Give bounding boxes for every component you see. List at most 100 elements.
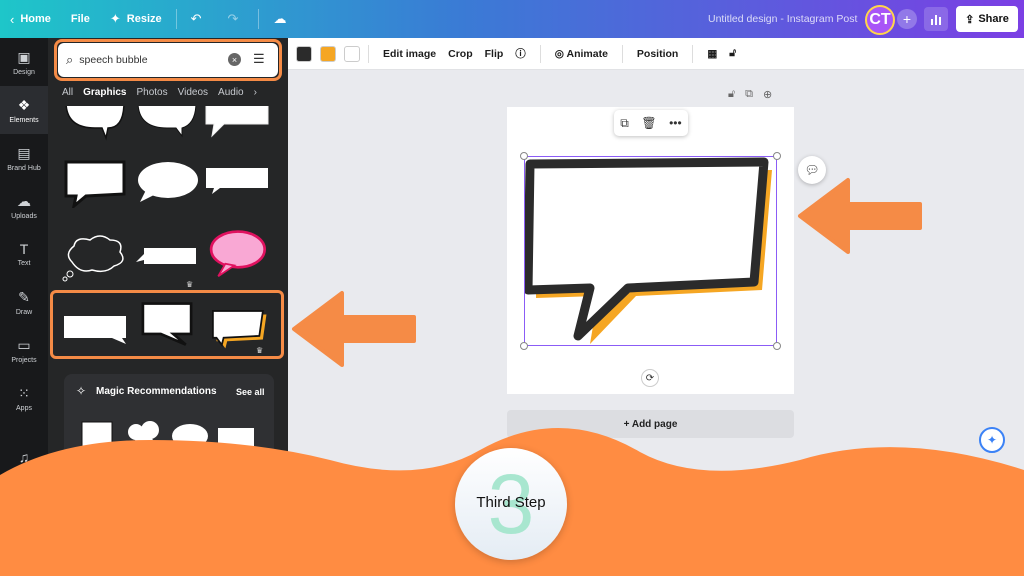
add-comment-button[interactable]: 💬︎ [798, 156, 826, 184]
insights-button[interactable] [924, 7, 948, 31]
graphic-item[interactable] [204, 158, 270, 208]
left-rail: ▣ Design ❖ Elements ▤ Brand Hub ☁ Upload… [0, 38, 48, 576]
rail-label: Projects [11, 356, 37, 364]
recommendation-item[interactable] [124, 418, 164, 454]
tab-graphics[interactable]: Graphics [83, 87, 126, 103]
resize-button[interactable]: ✦ Resize [100, 0, 172, 38]
add-collaborator-button[interactable]: + [897, 9, 917, 29]
rail-label: Brand Hub [7, 164, 41, 172]
graphic-item[interactable] [134, 106, 200, 142]
arrow-left-icon [798, 178, 922, 254]
divider [258, 9, 260, 29]
music-note-icon: ♫ [18, 449, 30, 465]
layout-icon: ▣ [17, 48, 31, 65]
selection-highlight-frame [50, 290, 284, 359]
magic-title: Magic Recommendations [96, 386, 217, 397]
elements-panel: ⌕ × ☰ All Graphics Photos Videos Audio › [48, 38, 288, 576]
chevron-right-icon[interactable]: › [254, 87, 257, 103]
lock-page-icon[interactable]: 🔓︎ [728, 88, 735, 101]
tab-audio[interactable]: Audio [218, 87, 244, 103]
graphic-item[interactable] [134, 232, 200, 282]
duplicate-icon[interactable]: ⧉ [620, 116, 629, 131]
resize-handle[interactable] [773, 152, 781, 160]
recommendation-item[interactable] [170, 418, 210, 454]
rail-label: Uploads [11, 212, 37, 220]
sparkle-icon: ✦ [986, 433, 998, 447]
tab-all[interactable]: All [62, 87, 73, 103]
rail-item-text[interactable]: T Text [0, 230, 48, 278]
redo-button[interactable]: ↷ [218, 0, 255, 38]
color-swatch[interactable] [344, 45, 360, 62]
duplicate-page-icon[interactable]: ⧉ [745, 88, 753, 101]
color-swatch[interactable] [320, 45, 336, 62]
resize-handle[interactable] [520, 152, 528, 160]
crop-button[interactable]: Crop [442, 48, 479, 60]
animate-button[interactable]: ◎ Animate [549, 48, 614, 60]
rail-item-projects[interactable]: ▭ Projects [0, 326, 48, 374]
element-float-toolbar: ⧉ 🗑︎ ••• [614, 110, 688, 136]
save-status-button[interactable]: ☁ [263, 0, 302, 38]
more-icon[interactable]: ••• [669, 116, 682, 130]
upload-cloud-icon: ☁ [17, 192, 31, 209]
rail-item-draw[interactable]: ✎ Draw [0, 278, 48, 326]
chevron-left-icon: ‹ [10, 11, 15, 27]
add-page-button[interactable]: + Add page [507, 410, 794, 438]
resize-handle[interactable] [520, 342, 528, 350]
tab-videos[interactable]: Videos [178, 87, 208, 103]
position-button[interactable]: Position [631, 48, 684, 60]
graphic-item[interactable] [62, 158, 128, 210]
graphic-item[interactable] [204, 228, 270, 278]
rail-item-elements[interactable]: ❖ Elements [0, 86, 48, 134]
rail-item-apps[interactable]: ⁙ Apps [0, 374, 48, 422]
text-icon: T [19, 241, 29, 257]
bar-chart-icon [931, 15, 941, 25]
transparency-icon[interactable]: ▦ [701, 48, 723, 60]
lock-icon[interactable]: 🔓︎ [723, 47, 742, 60]
rail-label: Design [13, 68, 35, 76]
see-all-link[interactable]: See all [236, 387, 265, 397]
trash-icon[interactable]: 🗑︎ [641, 116, 656, 130]
brand-icon: ▤ [17, 144, 31, 161]
divider [621, 44, 623, 63]
undo-icon: ↶ [190, 11, 202, 26]
step-label: Third Step [476, 494, 546, 511]
undo-button[interactable]: ↶ [181, 0, 218, 38]
comment-icon: 💬︎ [804, 163, 820, 177]
file-menu[interactable]: File [61, 0, 100, 38]
rail-item-brand-hub[interactable]: ▤ Brand Hub [0, 134, 48, 182]
info-icon[interactable]: ⓘ [509, 46, 532, 61]
share-icon: ⇪ [965, 13, 975, 26]
edit-image-button[interactable]: Edit image [377, 48, 442, 60]
recommendation-item[interactable] [216, 418, 256, 454]
divider [175, 9, 177, 29]
home-button[interactable]: ‹ Home [0, 0, 61, 38]
redo-icon: ↷ [227, 11, 239, 26]
rotate-handle[interactable]: ⟳ [641, 369, 659, 387]
graphic-item[interactable] [134, 158, 200, 208]
avatar[interactable]: CT [865, 5, 895, 35]
magic-recommendations: ✧ Magic Recommendations See all [64, 374, 274, 470]
design-title[interactable]: Untitled design - Instagram Post [708, 13, 857, 25]
add-page-icon[interactable]: ⊕ [763, 88, 772, 101]
graphic-item[interactable] [62, 232, 128, 282]
rail-item-uploads[interactable]: ☁ Uploads [0, 182, 48, 230]
premium-crown-icon: ♛ [186, 280, 194, 289]
search-highlight-frame [54, 39, 282, 81]
arrow-left-icon [292, 291, 416, 367]
flip-button[interactable]: Flip [479, 48, 510, 60]
share-button[interactable]: ⇪ Share [956, 6, 1018, 32]
recommendation-item[interactable] [78, 418, 118, 454]
resize-handle[interactable] [773, 342, 781, 350]
rail-item-audio[interactable]: ♫ Audio [0, 438, 48, 486]
rail-item-design[interactable]: ▣ Design [0, 38, 48, 86]
magic-assistant-button[interactable]: ✦ [979, 427, 1005, 453]
plus-icon: + [902, 11, 912, 27]
tab-photos[interactable]: Photos [136, 87, 167, 103]
pen-icon: ✎ [18, 288, 30, 305]
graphic-item[interactable] [204, 106, 270, 142]
share-label: Share [978, 13, 1009, 25]
color-swatch[interactable] [296, 45, 312, 62]
graphic-item[interactable] [62, 106, 128, 142]
folder-icon: ▭ [17, 336, 31, 353]
rotate-icon: ⟳ [645, 372, 655, 384]
